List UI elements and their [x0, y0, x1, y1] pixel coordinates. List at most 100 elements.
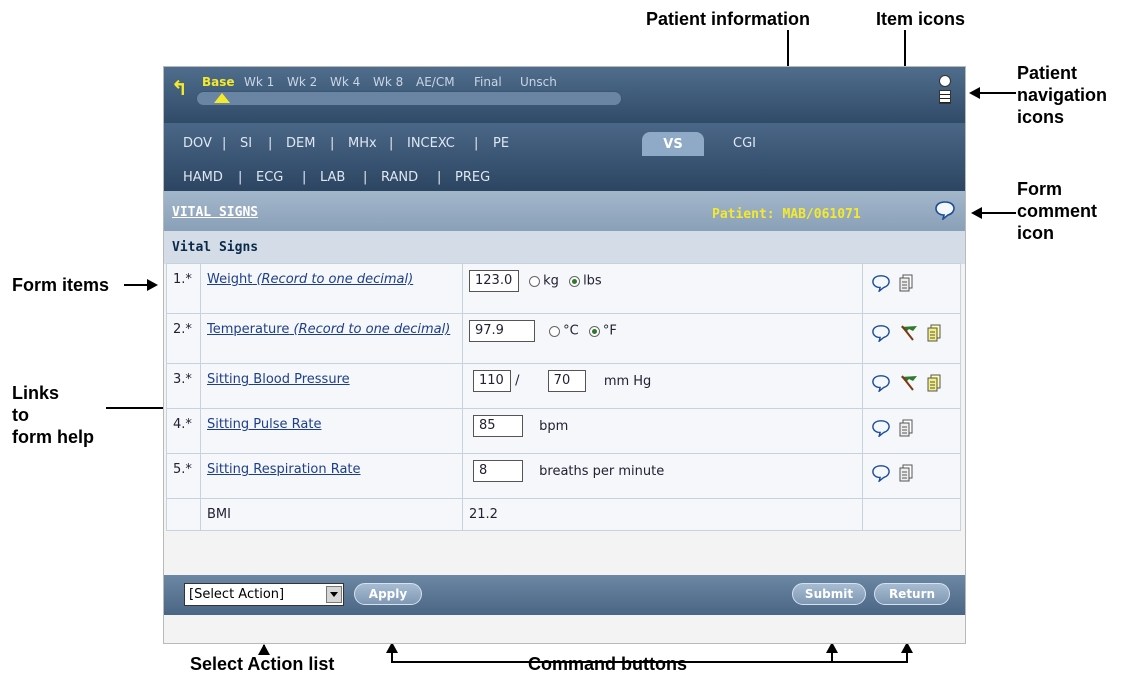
- tab-vs[interactable]: VS: [642, 132, 704, 156]
- audit-trail-icon[interactable]: [927, 324, 941, 342]
- form-items-table: 1.* Weight (Record to one decimal) 123.0…: [166, 263, 961, 531]
- table-row: BMI 21.2: [166, 498, 961, 531]
- comment-icon[interactable]: [871, 274, 891, 292]
- comment-icon[interactable]: [871, 464, 891, 482]
- tab-incexc[interactable]: INCEXC: [407, 136, 455, 151]
- chevron-down-icon[interactable]: [326, 586, 342, 603]
- form-title[interactable]: VITAL SIGNS: [172, 205, 258, 220]
- form-comment-icon[interactable]: [934, 200, 956, 220]
- help-link-blood-pressure[interactable]: Sitting Blood Pressure: [207, 372, 350, 387]
- submit-button[interactable]: Submit: [792, 583, 866, 605]
- tab-dov[interactable]: DOV: [183, 136, 212, 151]
- item-label: Weight (Record to one decimal): [200, 263, 463, 314]
- back-arrow-icon[interactable]: ↰: [171, 78, 188, 98]
- tab-separator: |: [268, 136, 273, 151]
- item-label-text: Weight: [207, 272, 253, 287]
- audit-trail-icon[interactable]: [927, 374, 941, 392]
- tab-lab[interactable]: LAB: [320, 170, 345, 185]
- return-button[interactable]: Return: [874, 583, 950, 605]
- help-link-pulse-rate[interactable]: Sitting Pulse Rate: [207, 417, 321, 432]
- audit-trail-icon[interactable]: [899, 464, 913, 482]
- tab-dem[interactable]: DEM: [286, 136, 315, 151]
- pulse-unit: bpm: [539, 418, 569, 434]
- tab-separator: |: [302, 170, 307, 185]
- table-row: 1.* Weight (Record to one decimal) 123.0…: [166, 263, 961, 314]
- item-label: Sitting Respiration Rate: [200, 453, 463, 499]
- tab-cgi[interactable]: CGI: [733, 136, 756, 151]
- tab-mhx[interactable]: MHx: [348, 136, 377, 151]
- weight-input[interactable]: 123.0: [469, 270, 519, 292]
- kg-radio[interactable]: [529, 275, 541, 287]
- visit-ae-cm[interactable]: AE/CM: [416, 75, 455, 89]
- item-value: 123.0 kg lbs: [462, 263, 863, 314]
- calendar-clock-icon[interactable]: [939, 75, 951, 87]
- celsius-radio[interactable]: [549, 325, 561, 337]
- visit-final[interactable]: Final: [474, 75, 502, 89]
- annotation-form-items: Form items: [12, 275, 110, 295]
- lbs-label: lbs: [583, 273, 602, 289]
- tab-pe[interactable]: PE: [493, 136, 509, 151]
- systolic-input[interactable]: 110: [473, 370, 511, 392]
- list-icon[interactable]: [939, 90, 951, 104]
- flag-icon[interactable]: [899, 324, 919, 342]
- visit-base[interactable]: Base: [202, 75, 235, 89]
- section-header: Vital Signs: [164, 231, 965, 264]
- annotation-links-to-form-help: Links to form help: [12, 383, 95, 447]
- item-number: 4.*: [166, 408, 201, 454]
- visit-wk1[interactable]: Wk 1: [244, 75, 274, 89]
- tab-hamd[interactable]: HAMD: [183, 170, 223, 185]
- tab-rand[interactable]: RAND: [381, 170, 418, 185]
- celsius-label: °C: [563, 323, 579, 339]
- item-label: Sitting Blood Pressure: [200, 363, 463, 409]
- annotation-item-icons: Item icons: [876, 9, 966, 29]
- item-label-text: Temperature: [207, 322, 290, 337]
- patient-information: Patient: MAB/061071: [712, 207, 861, 222]
- annotation-patient-information: Patient information: [646, 9, 811, 29]
- item-note: (Record to one decimal): [293, 322, 451, 337]
- item-icons: [862, 498, 961, 531]
- audit-trail-icon[interactable]: [899, 274, 913, 292]
- annotation-command-buttons: Command buttons: [528, 654, 687, 674]
- visit-unsch[interactable]: Unsch: [520, 75, 557, 89]
- form-header: VITAL SIGNS Patient: MAB/061071: [164, 191, 965, 231]
- tab-separator: |: [330, 136, 335, 151]
- temperature-input[interactable]: 97.9: [469, 320, 535, 342]
- table-row: 4.* Sitting Pulse Rate 85 bpm: [166, 408, 961, 454]
- section-title: Vital Signs: [172, 240, 259, 255]
- app-window: ↰ Base Wk 1 Wk 2 Wk 4 Wk 8 AE/CM Final U…: [163, 66, 966, 644]
- command-bar: [Select Action] Apply Submit Return: [164, 575, 965, 615]
- help-link-temperature[interactable]: Temperature (Record to one decimal): [207, 322, 450, 337]
- visit-wk8[interactable]: Wk 8: [373, 75, 403, 89]
- visit-marker-icon: [214, 93, 230, 103]
- select-action-list[interactable]: [Select Action]: [184, 583, 344, 606]
- diastolic-input[interactable]: 70: [547, 370, 586, 392]
- tab-si[interactable]: SI: [240, 136, 252, 151]
- visit-wk2[interactable]: Wk 2: [287, 75, 317, 89]
- tab-separator: |: [363, 170, 368, 185]
- tab-ecg[interactable]: ECG: [256, 170, 283, 185]
- comment-icon[interactable]: [871, 374, 891, 392]
- item-icons: [862, 313, 961, 364]
- fahrenheit-radio[interactable]: [588, 325, 600, 337]
- help-link-weight[interactable]: Weight (Record to one decimal): [207, 272, 413, 287]
- visit-wk4[interactable]: Wk 4: [330, 75, 360, 89]
- visit-slider-track[interactable]: [196, 91, 622, 106]
- tab-separator: |: [474, 136, 479, 151]
- kg-label: kg: [543, 273, 559, 289]
- item-number: 1.*: [166, 263, 201, 314]
- flag-icon[interactable]: [899, 374, 919, 392]
- select-action-value: [Select Action]: [189, 587, 285, 602]
- help-link-respiration-rate[interactable]: Sitting Respiration Rate: [207, 462, 361, 477]
- apply-button[interactable]: Apply: [354, 583, 422, 605]
- respiration-rate-input[interactable]: 8: [473, 460, 523, 482]
- pulse-rate-input[interactable]: 85: [473, 415, 523, 437]
- comment-icon[interactable]: [871, 324, 891, 342]
- lbs-radio[interactable]: [569, 275, 581, 287]
- table-row: 2.* Temperature (Record to one decimal) …: [166, 313, 961, 364]
- audit-trail-icon[interactable]: [899, 419, 913, 437]
- tab-preg[interactable]: PREG: [455, 170, 490, 185]
- comment-icon[interactable]: [871, 419, 891, 437]
- item-value: 85 bpm: [462, 408, 863, 454]
- bmi-value: 21.2: [462, 498, 863, 531]
- tab-separator: |: [437, 170, 442, 185]
